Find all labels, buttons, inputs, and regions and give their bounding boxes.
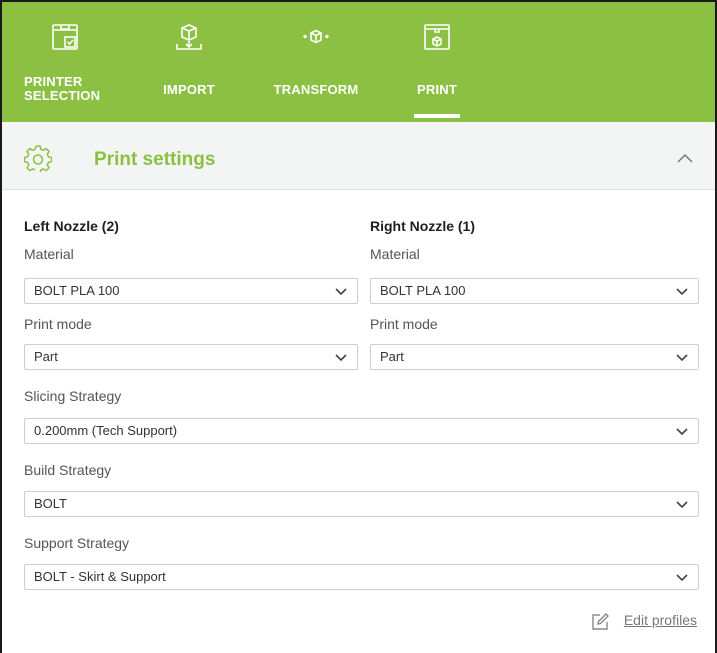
top-navigation: PRINTER SELECTION IMPORT TRANSFORM PRINT bbox=[2, 2, 715, 122]
nav-import-label: IMPORT bbox=[163, 82, 215, 97]
left-material-label: Material bbox=[24, 246, 74, 262]
left-print-mode-label: Print mode bbox=[24, 316, 92, 332]
left-print-mode-value: Part bbox=[34, 349, 58, 364]
slicing-strategy-label: Slicing Strategy bbox=[24, 388, 122, 404]
right-print-mode-value: Part bbox=[380, 349, 404, 364]
chevron-down-icon bbox=[676, 574, 688, 582]
right-material-value: BOLT PLA 100 bbox=[380, 283, 466, 298]
support-strategy-value: BOLT - Skirt & Support bbox=[34, 569, 166, 584]
chevron-down-icon bbox=[676, 428, 688, 436]
nav-label-line1: PRINTER bbox=[24, 74, 83, 89]
transform-box-icon bbox=[302, 29, 330, 44]
left-material-select[interactable]: BOLT PLA 100 bbox=[24, 278, 358, 304]
chevron-down-icon bbox=[676, 501, 688, 509]
edit-pencil-icon bbox=[592, 613, 609, 630]
edit-profiles-label: Edit profiles bbox=[623, 612, 697, 628]
nav-transform[interactable]: TRANSFORM bbox=[260, 2, 372, 122]
build-strategy-value: BOLT bbox=[34, 496, 67, 511]
chevron-down-icon bbox=[335, 288, 347, 296]
support-strategy-select[interactable]: BOLT - Skirt & Support bbox=[24, 564, 699, 590]
nav-transform-label: TRANSFORM bbox=[273, 82, 359, 97]
edit-profiles-link[interactable]: Edit profiles bbox=[592, 612, 697, 634]
active-tab-indicator bbox=[414, 114, 460, 118]
build-strategy-label: Build Strategy bbox=[24, 462, 112, 478]
left-nozzle-heading: Left Nozzle (2) bbox=[24, 218, 119, 234]
nav-label-line2: SELECTION bbox=[24, 88, 101, 103]
nav-print[interactable]: PRINT bbox=[402, 2, 472, 122]
right-material-label: Material bbox=[370, 246, 420, 262]
chevron-down-icon bbox=[676, 288, 688, 296]
nav-printer-selection-label: PRINTER SELECTION bbox=[24, 75, 106, 103]
chevron-down-icon bbox=[676, 354, 688, 362]
left-material-value: BOLT PLA 100 bbox=[34, 283, 120, 298]
right-print-mode-select[interactable]: Part bbox=[370, 344, 699, 370]
print-icon bbox=[424, 24, 450, 50]
chevron-up-icon[interactable] bbox=[677, 152, 693, 164]
right-material-select[interactable]: BOLT PLA 100 bbox=[370, 278, 699, 304]
support-strategy-label: Support Strategy bbox=[24, 535, 130, 551]
print-settings-header[interactable]: Print settings bbox=[2, 122, 715, 190]
panel-title: Print settings bbox=[94, 149, 216, 170]
gear-icon bbox=[24, 145, 52, 172]
right-print-mode-label: Print mode bbox=[370, 316, 438, 332]
slicing-strategy-value: 0.200mm (Tech Support) bbox=[34, 423, 178, 438]
chevron-down-icon bbox=[335, 354, 347, 362]
build-strategy-select[interactable]: BOLT bbox=[24, 491, 699, 517]
nav-import[interactable]: IMPORT bbox=[150, 2, 228, 122]
nav-print-label: PRINT bbox=[417, 82, 457, 97]
right-nozzle-heading: Right Nozzle (1) bbox=[370, 218, 475, 234]
slicing-strategy-select[interactable]: 0.200mm (Tech Support) bbox=[24, 418, 699, 444]
left-print-mode-select[interactable]: Part bbox=[24, 344, 358, 370]
nav-printer-selection[interactable]: PRINTER SELECTION bbox=[16, 2, 106, 122]
import-box-icon bbox=[176, 24, 202, 50]
print-settings-window: PRINTER SELECTION IMPORT TRANSFORM PRINT… bbox=[0, 0, 717, 653]
printer-selection-icon bbox=[52, 24, 78, 50]
